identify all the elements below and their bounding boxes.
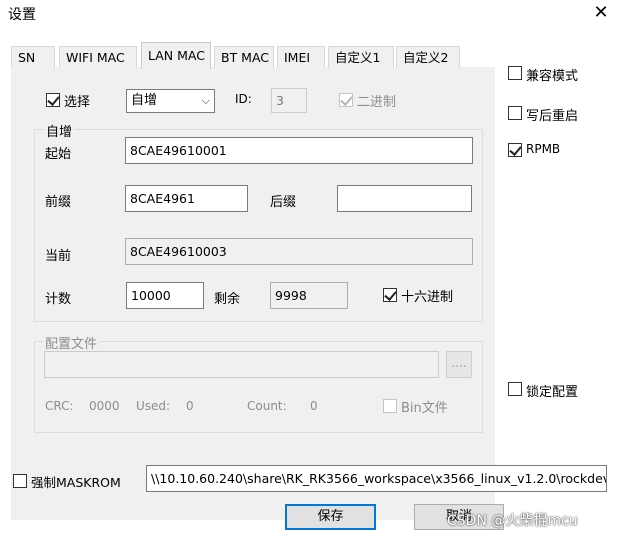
maskrom-path-field[interactable]: \\10.10.60.240\share\RK_RK3566_workspace…	[146, 465, 607, 492]
config-group-label: 配置文件	[43, 333, 100, 352]
lock-label: 锁定配置	[526, 385, 579, 400]
tab-bt-mac[interactable]: BT MAC	[214, 46, 274, 68]
used-label: Used:	[136, 399, 171, 413]
remaining-field: 9998	[270, 282, 348, 309]
tab-sn[interactable]: SN	[11, 46, 55, 68]
current-field: 8CAE49610003	[125, 238, 473, 265]
close-icon[interactable]: ✕	[590, 2, 612, 24]
chevron-down-icon: ⌵	[201, 94, 210, 107]
used-value: 0	[186, 399, 194, 413]
count-label-config: Count:	[247, 399, 287, 413]
save-button[interactable]: 保存	[285, 504, 376, 530]
crc-label: CRC:	[45, 399, 74, 413]
id-label: ID:	[235, 92, 252, 106]
tab-lan-mac[interactable]: LAN MAC	[141, 42, 211, 69]
increment-group-label: 自增	[44, 121, 75, 140]
window-title: 设置	[8, 7, 36, 23]
tab-wifi-mac[interactable]: WIFI MAC	[59, 46, 137, 68]
suffix-label: 后缀	[270, 195, 297, 210]
crc-value: 0000	[89, 399, 120, 413]
lock-checkbox[interactable]	[508, 382, 522, 396]
prefix-label: 前缀	[45, 195, 72, 210]
config-path-field[interactable]	[44, 351, 439, 378]
id-field[interactable]: 3	[271, 88, 307, 113]
start-label: 起始	[45, 147, 72, 162]
restart-checkbox[interactable]	[508, 106, 522, 120]
restart-label: 写后重启	[526, 109, 579, 124]
suffix-field[interactable]	[337, 185, 472, 212]
current-label: 当前	[45, 249, 72, 264]
compat-checkbox[interactable]	[508, 66, 522, 80]
tab-custom1[interactable]: 自定义1	[328, 46, 394, 68]
start-field[interactable]: 8CAE49610001	[125, 137, 473, 164]
binary-label: 二进制	[357, 95, 397, 110]
tab-imei[interactable]: IMEI	[277, 46, 325, 68]
bin-label: Bin文件	[401, 401, 448, 416]
count-field[interactable]: 10000	[126, 282, 204, 309]
bin-checkbox[interactable]	[383, 399, 397, 413]
tab-custom2[interactable]: 自定义2	[396, 46, 460, 68]
count-value-config: 0	[310, 399, 318, 413]
remaining-label: 剩余	[214, 292, 241, 307]
mode-select-value: 自增	[131, 93, 158, 108]
hex-label: 十六进制	[401, 290, 454, 305]
binary-checkbox[interactable]	[339, 93, 353, 107]
maskrom-label: 强制MASKROM	[31, 475, 121, 490]
prefix-field[interactable]: 8CAE4961	[125, 185, 248, 212]
select-label: 选择	[64, 95, 91, 110]
count-label: 计数	[45, 292, 72, 307]
mode-select[interactable]: 自增 ⌵	[126, 89, 215, 113]
maskrom-checkbox[interactable]	[13, 474, 27, 488]
rpmb-label: RPMB	[526, 142, 561, 156]
hex-checkbox[interactable]	[383, 288, 397, 302]
rpmb-checkbox[interactable]	[508, 143, 522, 157]
compat-label: 兼容模式	[526, 69, 579, 84]
watermark: CSDN @火柴棍mcu	[447, 513, 578, 529]
browse-button[interactable]: ....	[446, 351, 472, 378]
select-checkbox[interactable]	[46, 93, 60, 107]
